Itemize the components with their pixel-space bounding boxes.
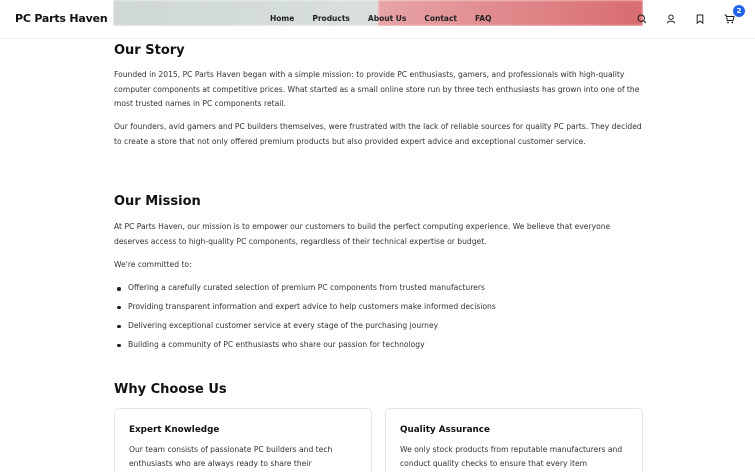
search-button[interactable] [634,11,650,27]
nav-home[interactable]: Home [270,14,294,23]
site-header: PC Parts Haven Home Products About Us Co… [0,0,755,39]
card-text: Our team consists of passionate PC build… [129,445,333,468]
story-paragraph-1: Founded in 2015, PC Parts Haven began wi… [114,70,640,108]
main-nav: Home Products About Us Contact FAQ [270,14,509,23]
nav-about-us[interactable]: About Us [368,14,406,23]
list-item: Delivering exceptional customer service … [114,319,496,334]
cart-icon [724,14,735,24]
why-choose-us-heading: Why Choose Us [114,382,227,397]
story-paragraph-2: Our founders, avid gamers and PC builder… [114,122,642,146]
nav-products[interactable]: Products [312,14,350,23]
card-title: Expert Knowledge [129,425,220,435]
card-text: We only stock products from reputable ma… [400,445,623,468]
search-icon [637,14,647,24]
cart-button[interactable]: 2 [721,5,745,27]
feature-card-quality-assurance: Quality Assurance We only stock products… [385,408,643,472]
nav-contact[interactable]: Contact [424,14,457,23]
site-logo[interactable]: PC Parts Haven [15,12,108,25]
cart-count-badge: 2 [733,5,745,17]
list-item: Building a community of PC enthusiasts w… [114,338,496,353]
account-button[interactable] [663,11,679,27]
list-item: Offering a carefully curated selection o… [114,281,496,296]
card-title: Quality Assurance [400,425,490,435]
mission-paragraph-1: At PC Parts Haven, our mission is to emp… [114,222,611,246]
nav-faq[interactable]: FAQ [475,14,491,23]
feature-card-expert-knowledge: Expert Knowledge Our team consists of pa… [114,408,372,472]
bookmark-icon [696,14,704,24]
list-item: Providing transparent information and ex… [114,300,496,315]
user-icon [666,14,676,24]
mission-commitments-list: Offering a carefully curated selection o… [114,281,496,357]
header-icons: 2 [634,5,745,27]
our-mission-heading: Our Mission [114,194,201,209]
mission-paragraph-2: We're committed to: [114,260,192,269]
our-story-heading: Our Story [114,43,185,58]
wishlist-button[interactable] [692,11,708,27]
